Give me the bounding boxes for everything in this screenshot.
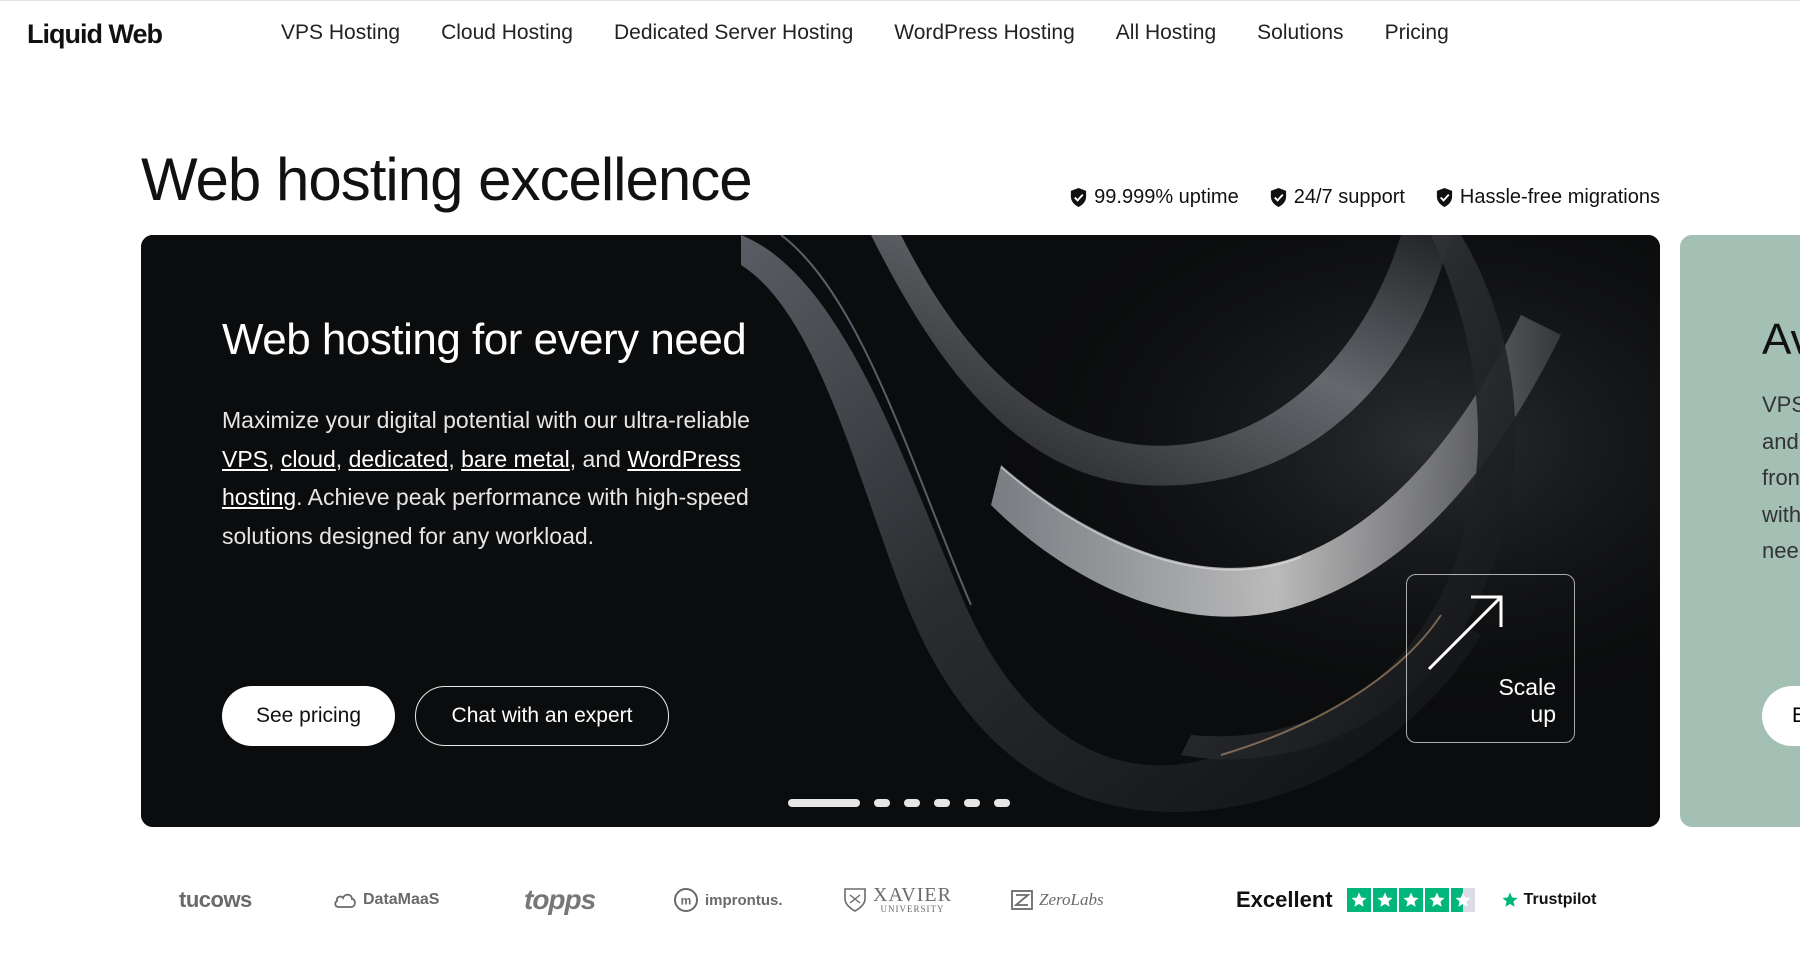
zerolabs-text: ZeroLabs — [1039, 890, 1104, 909]
page-title: Web hosting excellence — [141, 146, 753, 213]
crest-icon — [844, 888, 866, 912]
star-icon — [1398, 888, 1423, 912]
scale-up-badge: Scale up — [1406, 574, 1575, 743]
trustpilot-star-icon — [1502, 892, 1518, 907]
carousel-dot-5[interactable] — [964, 799, 980, 807]
feature-migrations: Hassle-free migrations — [1435, 186, 1660, 209]
zerolabs-mark-icon — [1011, 890, 1033, 910]
feature-label: 24/7 support — [1293, 186, 1405, 208]
feature-uptime: 99.999% uptime — [1069, 186, 1239, 209]
scale-up-label: Scale up — [1498, 674, 1556, 728]
carousel-dot-1[interactable] — [788, 799, 860, 807]
link-vps[interactable]: VPS — [222, 446, 268, 472]
carousel-dot-4[interactable] — [934, 799, 950, 807]
next-desc-line: fron — [1762, 465, 1800, 490]
next-desc-line: and — [1762, 428, 1799, 454]
datamaas-logo: DataMaaS — [333, 870, 439, 930]
desc-sep: , — [335, 445, 349, 472]
topps-logo: topps — [524, 884, 596, 915]
feature-list: 99.999% uptime 24/7 support Hassle-free … — [1069, 186, 1660, 209]
nav-all-hosting[interactable]: All Hosting — [1116, 21, 1216, 45]
xavier-subtext: UNIVERSITY — [880, 904, 945, 914]
improntus-text: improntus. — [705, 891, 783, 909]
feature-support: 24/7 support — [1269, 186, 1405, 209]
star-icon — [1372, 888, 1397, 912]
next-desc-line: VPS — [1762, 392, 1800, 417]
nav-vps-hosting[interactable]: VPS Hosting — [281, 21, 400, 45]
link-dedicated[interactable]: dedicated — [349, 446, 449, 472]
next-slide-description: VPS and fron with nee — [1762, 387, 1800, 570]
star-icon — [1346, 888, 1371, 912]
scale-label-line: Scale — [1498, 674, 1556, 700]
link-bare-metal[interactable]: bare metal — [461, 446, 570, 472]
chat-with-expert-button[interactable]: Chat with an expert — [415, 686, 669, 746]
datamaas-text: DataMaaS — [363, 891, 440, 908]
nav-cloud-hosting[interactable]: Cloud Hosting — [441, 21, 573, 45]
trustpilot-logo: Trustpilot — [1501, 891, 1597, 909]
next-desc-line: with — [1762, 501, 1800, 527]
next-slide-button[interactable]: E — [1762, 686, 1800, 746]
scale-label-line: up — [1530, 701, 1556, 727]
improntus-mark-icon: m — [674, 888, 698, 912]
liquid-web-logo[interactable]: Liquid Web — [27, 19, 163, 50]
svg-text:m: m — [681, 894, 692, 908]
desc-sep: , and — [569, 445, 628, 472]
nav-dedicated-server-hosting[interactable]: Dedicated Server Hosting — [614, 21, 853, 45]
shield-check-icon — [1071, 188, 1087, 207]
trustpilot-widget[interactable]: Excellent Trustpilot — [1236, 870, 1597, 930]
trustpilot-brand-text: Trustpilot — [1523, 891, 1597, 908]
nav-solutions[interactable]: Solutions — [1257, 21, 1343, 45]
feature-label: 99.999% uptime — [1094, 186, 1239, 208]
client-logos-strip: tucows DataMaaS topps m improntus. XAVIE… — [0, 870, 1800, 930]
cloud-icon — [334, 893, 356, 908]
carousel-dot-6[interactable] — [994, 799, 1010, 807]
nav-wordpress-hosting[interactable]: WordPress Hosting — [894, 21, 1075, 45]
zerolabs-logo: ZeroLabs — [1011, 870, 1104, 930]
xavier-text: XAVIER — [873, 884, 952, 906]
desc-intro: Maximize your digital potential with our… — [222, 407, 750, 433]
carousel-dot-2[interactable] — [874, 799, 890, 807]
desc-outro: . Achieve peak performance with high-spe… — [222, 484, 749, 549]
trustpilot-stars — [1346, 888, 1475, 912]
feature-label: Hassle-free migrations — [1459, 186, 1660, 208]
carousel-pagination — [788, 799, 1010, 807]
shield-check-icon — [1436, 188, 1453, 207]
carousel-dot-3[interactable] — [904, 799, 920, 807]
half-star-icon — [1450, 888, 1475, 912]
tucows-logo: tucows — [179, 887, 252, 912]
next-desc-line: nee — [1762, 538, 1799, 563]
star-icon — [1424, 888, 1449, 912]
next-carousel-slide[interactable]: Av VPS and fron with nee E — [1680, 235, 1800, 827]
hero-slide-title: Web hosting for every need — [222, 315, 747, 364]
arrow-up-right-icon — [1427, 595, 1503, 671]
hero-slide-description: Maximize your digital potential with our… — [222, 401, 802, 555]
nav-pricing[interactable]: Pricing — [1385, 21, 1449, 45]
hero-carousel-slide: Web hosting for every need Maximize your… — [141, 235, 1660, 827]
trustpilot-rating-word: Excellent — [1236, 887, 1333, 912]
shield-check-icon — [1270, 188, 1286, 207]
desc-sep: , — [268, 445, 281, 472]
see-pricing-button[interactable]: See pricing — [222, 686, 395, 746]
top-navigation: Liquid Web VPS Hosting Cloud Hosting Ded… — [0, 0, 1800, 70]
desc-sep: , — [448, 445, 462, 472]
next-slide-title: Av — [1762, 315, 1800, 364]
xavier-university-logo: XAVIER UNIVERSITY — [843, 870, 952, 930]
improntus-logo: m improntus. — [673, 870, 783, 930]
main-nav: VPS Hosting Cloud Hosting Dedicated Serv… — [281, 21, 1449, 45]
link-cloud[interactable]: cloud — [281, 446, 336, 472]
